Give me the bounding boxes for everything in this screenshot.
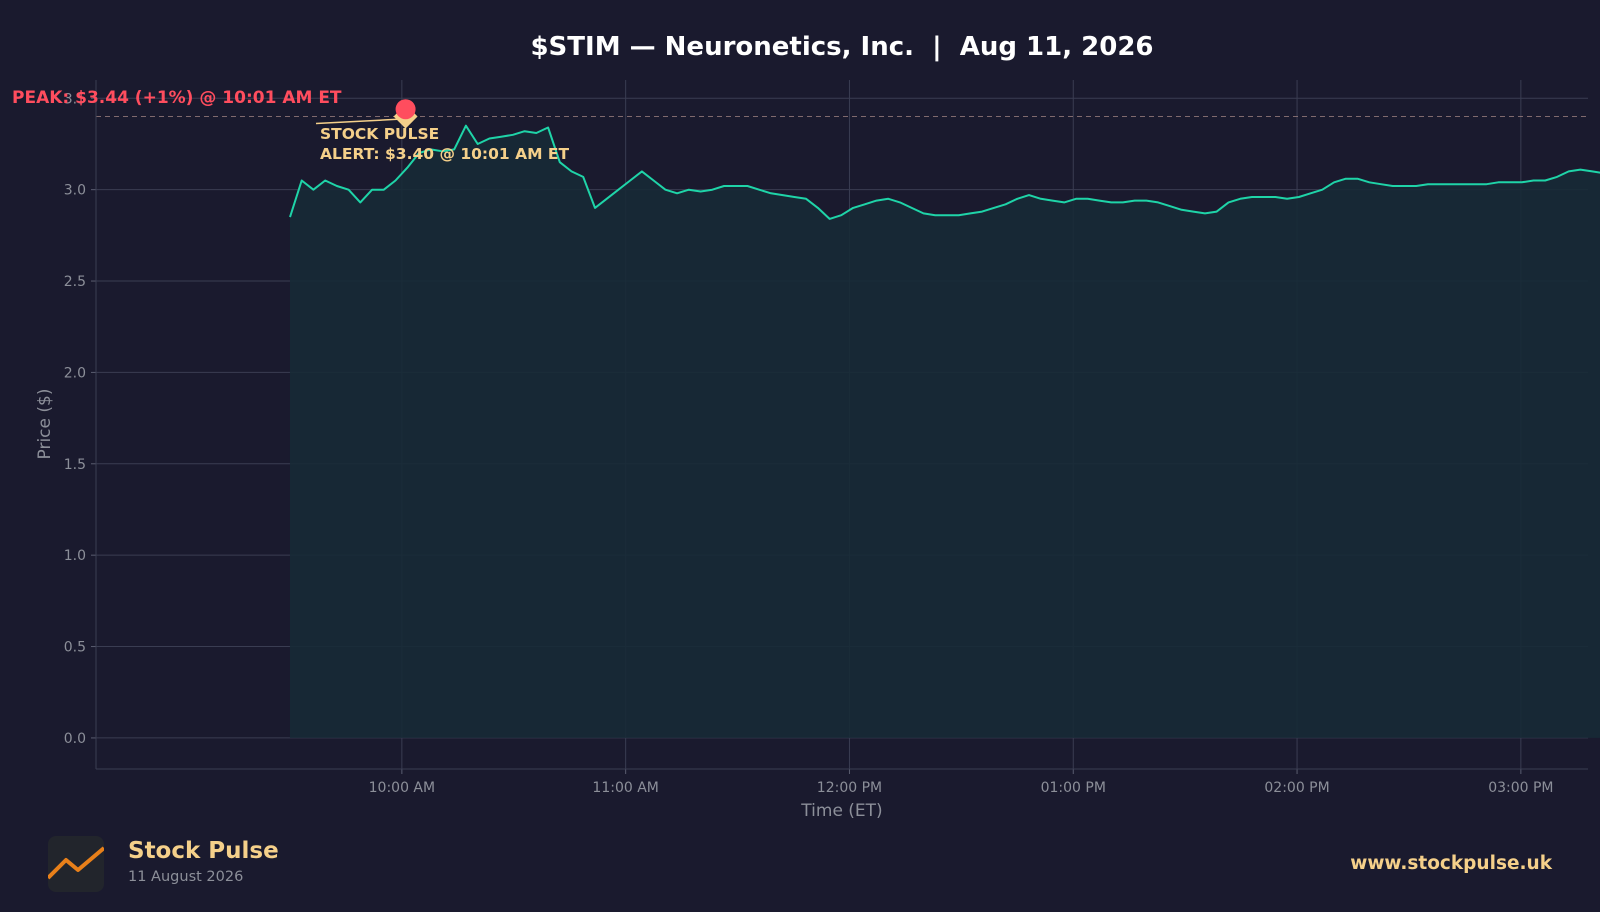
price-chart: 0.00.51.01.52.02.53.03.510:00 AM 11:00 AM… [12, 32, 1600, 820]
x-tick-label: 11:00 AM [592, 780, 658, 796]
chart-title: $STIM — Neuronetics, Inc. | Aug 11, 2026 [530, 32, 1153, 62]
footer-url[interactable]: www.stockpulse.uk [1350, 853, 1552, 874]
footer-brand: Stock Pulse [128, 838, 279, 864]
trend-line-icon [48, 846, 104, 880]
x-tick-label: 12:00 PM [817, 780, 882, 796]
peak-annotation: PEAK: $3.44 (+1%) @ 10:01 AM ET [12, 88, 342, 108]
x-axis-label: Time (ET) [800, 801, 882, 820]
y-axis-label: Price ($) [35, 389, 55, 460]
price-area-fill [289, 125, 1600, 738]
logo [48, 836, 104, 892]
peak-dot-marker [395, 99, 416, 120]
y-tick-label: 2.0 [64, 365, 86, 381]
y-tick-label: 1.5 [64, 457, 86, 473]
x-tick-label: 10:00 AM [369, 780, 435, 796]
footer-date: 11 August 2026 [128, 869, 244, 885]
alert-annotation-title: STOCK PULSE [320, 125, 439, 143]
y-tick-label: 0.0 [64, 731, 86, 747]
y-tick-label: 3.0 [64, 183, 86, 199]
y-tick-label: 1.0 [64, 548, 86, 564]
y-tick-label: 2.5 [64, 274, 86, 290]
y-tick-label: 0.5 [64, 640, 86, 656]
x-tick-label: 01:00 PM [1041, 780, 1106, 796]
x-tick-label: 02:00 PM [1264, 780, 1329, 796]
x-tick-label: 03:00 PM [1488, 780, 1553, 796]
alert-annotation-detail: ALERT: $3.40 @ 10:01 AM ET [320, 145, 569, 163]
